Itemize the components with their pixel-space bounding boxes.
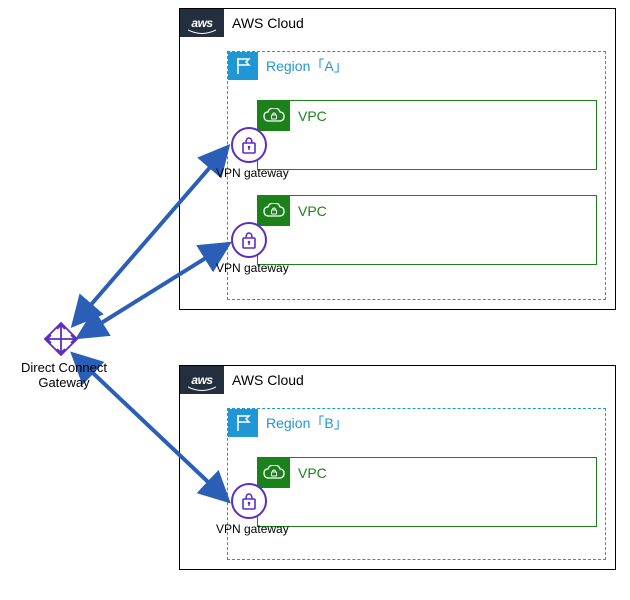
region-header-a: Region「A」 bbox=[228, 52, 605, 80]
vpn-gateway-label-1: VPN gateway bbox=[216, 166, 289, 180]
vpc-header-3: VPC bbox=[258, 458, 596, 488]
vpc-box-3: VPC bbox=[257, 457, 597, 527]
region-flag-icon bbox=[228, 52, 258, 80]
region-title-b: Region「B」 bbox=[266, 413, 348, 433]
aws-cloud-header-1: aws AWS Cloud bbox=[180, 9, 615, 37]
vpc-title-3: VPC bbox=[298, 465, 327, 481]
region-header-b: Region「B」 bbox=[228, 409, 605, 437]
vpn-gateway-icon-2 bbox=[231, 222, 267, 258]
aws-cloud-header-2: aws AWS Cloud bbox=[180, 366, 615, 394]
vpc-cloud-icon bbox=[258, 196, 290, 226]
aws-cloud-title: AWS Cloud bbox=[232, 372, 304, 388]
region-box-b: Region「B」 VPC bbox=[227, 408, 606, 560]
vpc-box-2: VPC bbox=[257, 195, 597, 265]
aws-cloud-box-2: aws AWS Cloud Region「B」 bbox=[179, 365, 616, 570]
vpc-title-2: VPC bbox=[298, 203, 327, 219]
vpc-cloud-icon bbox=[258, 101, 290, 131]
region-title-a: Region「A」 bbox=[266, 56, 348, 76]
vpc-box-1: VPC bbox=[257, 100, 597, 170]
vpc-title-1: VPC bbox=[298, 108, 327, 124]
direct-connect-gateway-label: Direct Connect Gateway bbox=[16, 360, 112, 390]
aws-logo-icon: aws bbox=[180, 9, 224, 37]
architecture-diagram: Direct Connect Gateway aws AWS Cloud Reg… bbox=[0, 0, 630, 600]
direct-connect-gateway-icon bbox=[42, 320, 80, 358]
vpc-header-1: VPC bbox=[258, 101, 596, 131]
vpn-gateway-label-3: VPN gateway bbox=[216, 522, 289, 536]
vpc-header-2: VPC bbox=[258, 196, 596, 226]
vpn-gateway-label-2: VPN gateway bbox=[216, 261, 289, 275]
vpn-gateway-icon-1 bbox=[231, 127, 267, 163]
aws-logo-icon: aws bbox=[180, 366, 224, 394]
vpn-gateway-icon-3 bbox=[231, 483, 267, 519]
vpc-cloud-icon bbox=[258, 458, 290, 488]
aws-cloud-title: AWS Cloud bbox=[232, 15, 304, 31]
region-flag-icon bbox=[228, 409, 258, 437]
